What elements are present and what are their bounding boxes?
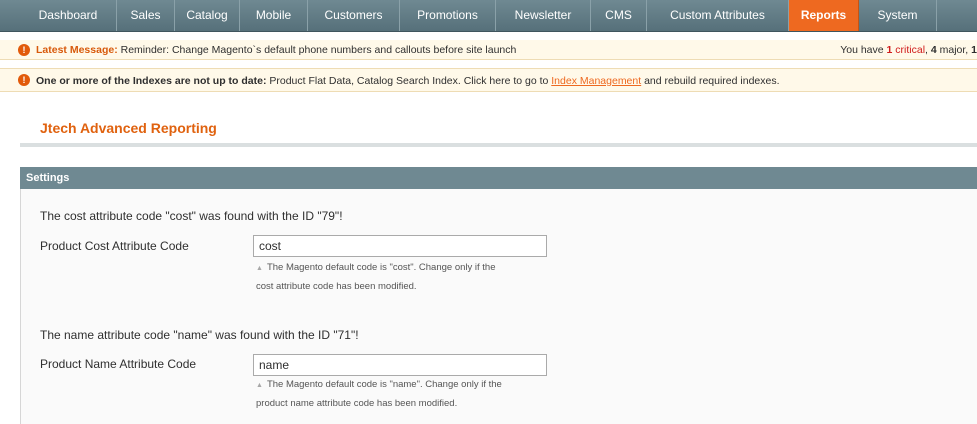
cost-found-message: The cost attribute code "cost" was found…	[40, 209, 343, 223]
nav-item-custom-attributes[interactable]: Custom Attributes	[647, 0, 789, 31]
cost-note-line1: The Magento default code is "cost". Chan…	[266, 262, 496, 273]
main-navigation: Dashboard Sales Catalog Mobile Customers…	[0, 0, 977, 32]
cost-note-line2: cost attribute code has been modified.	[256, 281, 417, 292]
nav-item-cms[interactable]: CMS	[591, 0, 647, 31]
nav-item-mobile[interactable]: Mobile	[240, 0, 308, 31]
cost-attribute-note: ▲ The Magento default code is "cost". Cha…	[256, 259, 556, 296]
page-title: Jtech Advanced Reporting	[40, 120, 217, 136]
latest-message-bar: ! Latest Message: Reminder: Change Magen…	[0, 40, 977, 60]
latest-message-label: Latest Message:	[36, 44, 118, 56]
latest-message-body: Reminder: Change Magento`s default phone…	[117, 44, 517, 56]
nav-item-reports[interactable]: Reports	[789, 0, 859, 31]
nav-item-sales[interactable]: Sales	[117, 0, 175, 31]
index-warning-text: One or more of the Indexes are not up to…	[36, 69, 780, 91]
nav-item-dashboard[interactable]: Dashboard	[20, 0, 117, 31]
major-label[interactable]: major,	[937, 44, 971, 56]
notification-summary-prefix: You have	[840, 44, 887, 56]
name-attribute-input[interactable]	[253, 354, 547, 376]
name-attribute-note: ▲ The Magento default code is "name". Cha…	[256, 376, 556, 413]
name-attribute-label: Product Name Attribute Code	[40, 357, 197, 371]
index-warning-body: Product Flat Data, Catalog Search Index.…	[266, 75, 552, 87]
title-divider	[20, 143, 977, 147]
critical-label[interactable]: critical	[892, 44, 925, 56]
index-warning-bold: One or more of the Indexes are not up to…	[36, 75, 267, 87]
note-arrow-icon: ▲	[256, 265, 263, 272]
nav-item-system[interactable]: System	[859, 0, 937, 31]
name-found-message: The name attribute code "name" was found…	[40, 328, 359, 342]
name-note-line2: product name attribute code has been mod…	[256, 398, 458, 409]
warning-icon: !	[18, 43, 30, 56]
nav-item-customers[interactable]: Customers	[308, 0, 400, 31]
nav-item-catalog[interactable]: Catalog	[175, 0, 240, 31]
nav-item-promotions[interactable]: Promotions	[400, 0, 496, 31]
settings-panel-header[interactable]: Settings	[20, 167, 977, 189]
notification-summary: You have 1 critical, 4 major, 1	[840, 40, 977, 59]
latest-message-text: Latest Message: Reminder: Change Magento…	[36, 40, 517, 59]
index-management-link[interactable]: Index Management	[551, 75, 641, 87]
index-warning-bar: ! One or more of the Indexes are not up …	[0, 68, 977, 92]
name-note-line1: The Magento default code is "name". Chan…	[266, 379, 502, 390]
minor-count[interactable]: 1	[971, 44, 977, 56]
index-warning-suffix: and rebuild required indexes.	[641, 75, 780, 87]
nav-item-newsletter[interactable]: Newsletter	[496, 0, 591, 31]
warning-icon: !	[18, 74, 30, 86]
note-arrow-icon: ▲	[256, 382, 263, 389]
cost-attribute-label: Product Cost Attribute Code	[40, 239, 189, 253]
cost-attribute-input[interactable]	[253, 235, 547, 257]
